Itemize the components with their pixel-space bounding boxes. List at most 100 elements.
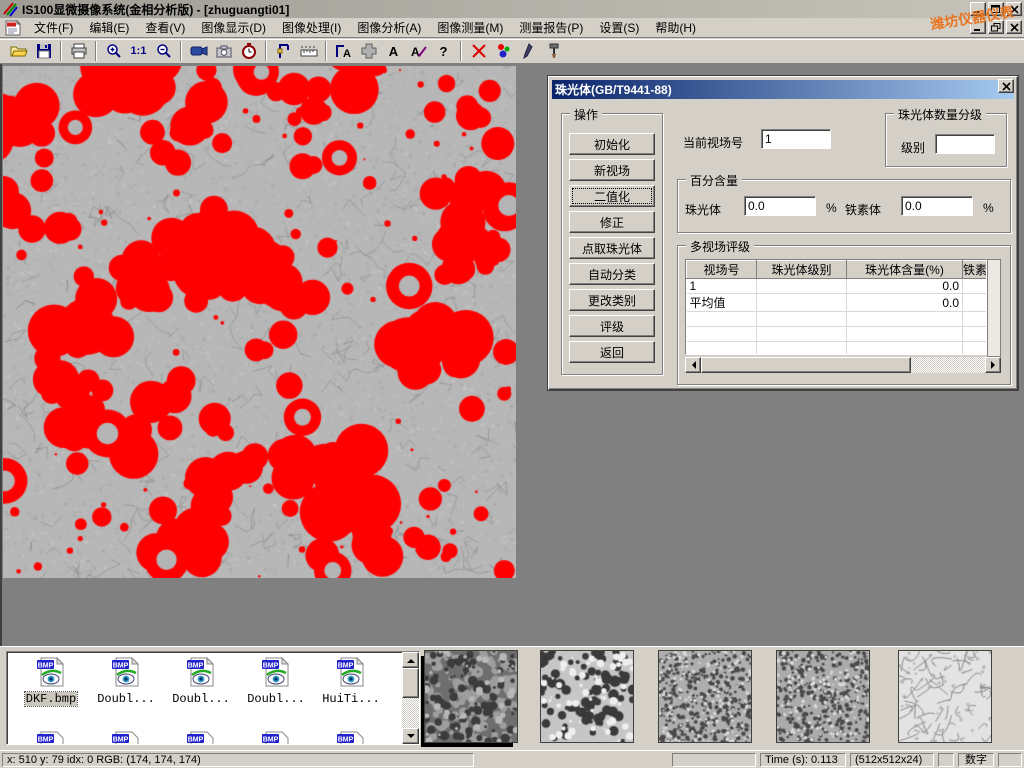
file-list-scrollbar[interactable]: [402, 652, 419, 744]
dialog-close-button[interactable]: [998, 79, 1014, 93]
scroll-right-button[interactable]: [985, 357, 1001, 373]
grade-input[interactable]: [935, 134, 995, 154]
file-item[interactable]: BMP Doubl...: [240, 656, 312, 706]
new-field-button[interactable]: 新视场: [569, 159, 655, 181]
grid-measure-button[interactable]: [356, 40, 381, 62]
auto-classify-button[interactable]: 自动分类: [569, 263, 655, 285]
annotate-button[interactable]: A: [406, 40, 431, 62]
application-window: IS100显微摄像系统(金相分析版) - [zhuguangti01] 潍坊仪器…: [0, 0, 1024, 768]
menu-image-display[interactable]: 图像显示(D): [193, 17, 274, 38]
actual-size-button[interactable]: 1:1: [126, 40, 151, 62]
svg-text:A: A: [411, 45, 420, 59]
phase-analysis-button[interactable]: [491, 40, 516, 62]
file-item[interactable]: BMP: [90, 730, 162, 745]
save-button[interactable]: [31, 40, 56, 62]
capture-camera-button[interactable]: [211, 40, 236, 62]
scroll-up-button[interactable]: [402, 652, 419, 668]
timer-button[interactable]: [236, 40, 261, 62]
file-item[interactable]: BMP: [15, 730, 87, 745]
thumbnail-image[interactable]: [898, 650, 992, 743]
menu-image-processing[interactable]: 图像处理(I): [274, 17, 349, 38]
rate-button[interactable]: 评级: [569, 315, 655, 337]
thumbnail-image[interactable]: [658, 650, 752, 743]
file-name[interactable]: HuiTi...: [321, 692, 381, 706]
file-name[interactable]: Doubl...: [96, 692, 156, 706]
close-button[interactable]: [1006, 2, 1022, 16]
mdi-minimize-button[interactable]: [970, 20, 986, 34]
file-name[interactable]: Doubl...: [246, 692, 306, 706]
col-pearlite-content[interactable]: 珠光体含量(%): [847, 261, 963, 279]
file-name[interactable]: DKF.bmp: [25, 692, 77, 706]
timer-icon: [241, 43, 257, 59]
table-row[interactable]: 1 0.0: [687, 279, 988, 294]
table-vertical-scrollbar[interactable]: [987, 259, 1001, 357]
menu-help[interactable]: 帮助(H): [647, 17, 704, 38]
toolbar-separator: [60, 41, 62, 61]
rating-table[interactable]: 视场号 珠光体级别 珠光体含量(%) 铁素体含量(%) 1 0.0 平均值 0.…: [685, 259, 987, 355]
menu-edit[interactable]: 编辑(E): [81, 17, 137, 38]
current-field-input[interactable]: [761, 129, 831, 149]
minimize-button[interactable]: [970, 2, 986, 16]
return-button[interactable]: 返回: [569, 341, 655, 363]
pen-button[interactable]: [516, 40, 541, 62]
file-item[interactable]: BMP: [165, 730, 237, 745]
col-pearlite-grade[interactable]: 珠光体级别: [757, 261, 847, 279]
svg-text:A: A: [343, 48, 351, 59]
brush-button[interactable]: [541, 40, 566, 62]
col-ferrite-content[interactable]: 铁素体含量(%): [963, 261, 988, 279]
initialize-button[interactable]: 初始化: [569, 133, 655, 155]
file-name[interactable]: Doubl...: [171, 692, 231, 706]
file-item[interactable]: BMP Doubl...: [165, 656, 237, 706]
pearlite-percent-input[interactable]: [744, 196, 816, 216]
correct-button[interactable]: 修正: [569, 211, 655, 233]
file-item[interactable]: BMP: [240, 730, 312, 745]
file-list[interactable]: BMP DKF.bmp BMP Doubl... BMP Doubl... BM…: [6, 651, 420, 745]
ferrite-percent-sign: %: [983, 201, 994, 215]
file-item[interactable]: BMP DKF.bmp: [15, 656, 87, 706]
zoom-out-button[interactable]: [151, 40, 176, 62]
menu-view[interactable]: 查看(V): [137, 17, 193, 38]
open-folder-icon: [10, 43, 28, 59]
change-class-button[interactable]: 更改类别: [569, 289, 655, 311]
help-button[interactable]: ?: [431, 40, 456, 62]
mdi-close-button[interactable]: [1006, 20, 1022, 34]
open-folder-button[interactable]: [6, 40, 31, 62]
microstructure-image[interactable]: [3, 66, 516, 578]
curve-tool-icon: [471, 43, 487, 59]
table-row[interactable]: 平均值 0.0: [687, 294, 988, 312]
menu-file[interactable]: 文件(F): [26, 17, 81, 38]
caliper-button[interactable]: [271, 40, 296, 62]
col-field-number[interactable]: 视场号: [687, 261, 757, 279]
menu-image-measure[interactable]: 图像测量(M): [429, 17, 511, 38]
video-camera-button[interactable]: [186, 40, 211, 62]
file-item[interactable]: BMP: [315, 730, 387, 745]
file-item[interactable]: BMP HuiTi...: [315, 656, 387, 706]
thumbnail-image[interactable]: [776, 650, 870, 743]
maximize-button[interactable]: [988, 2, 1004, 16]
thumbnail-image[interactable]: [540, 650, 634, 743]
print-button[interactable]: [66, 40, 91, 62]
ruler-button[interactable]: [296, 40, 321, 62]
scrollbar-thumb[interactable]: [701, 357, 911, 373]
binarize-button[interactable]: 二值化: [569, 185, 655, 207]
menu-report[interactable]: 测量报告(P): [511, 17, 591, 38]
measure-text-button[interactable]: A: [331, 40, 356, 62]
menu-image-analysis[interactable]: 图像分析(A): [349, 17, 429, 38]
menu-settings[interactable]: 设置(S): [591, 17, 647, 38]
toolbar-separator: [95, 41, 97, 61]
file-item[interactable]: BMP Doubl...: [90, 656, 162, 706]
capture-camera-icon: [216, 44, 232, 58]
scroll-down-button[interactable]: [402, 728, 419, 744]
scrollbar-thumb[interactable]: [402, 668, 419, 698]
ferrite-percent-input[interactable]: [901, 196, 973, 216]
document-icon[interactable]: [4, 20, 22, 36]
table-horizontal-scrollbar[interactable]: [685, 357, 1001, 373]
thumbnail-image[interactable]: [424, 650, 518, 743]
dialog-title-bar[interactable]: 珠光体(GB/T9441-88): [552, 80, 1014, 99]
text-button[interactable]: A: [381, 40, 406, 62]
curve-tool-button[interactable]: [466, 40, 491, 62]
zoom-in-button[interactable]: [101, 40, 126, 62]
pick-pearlite-button[interactable]: 点取珠光体: [569, 237, 655, 259]
scroll-left-button[interactable]: [685, 357, 701, 373]
mdi-restore-button[interactable]: [988, 20, 1004, 34]
